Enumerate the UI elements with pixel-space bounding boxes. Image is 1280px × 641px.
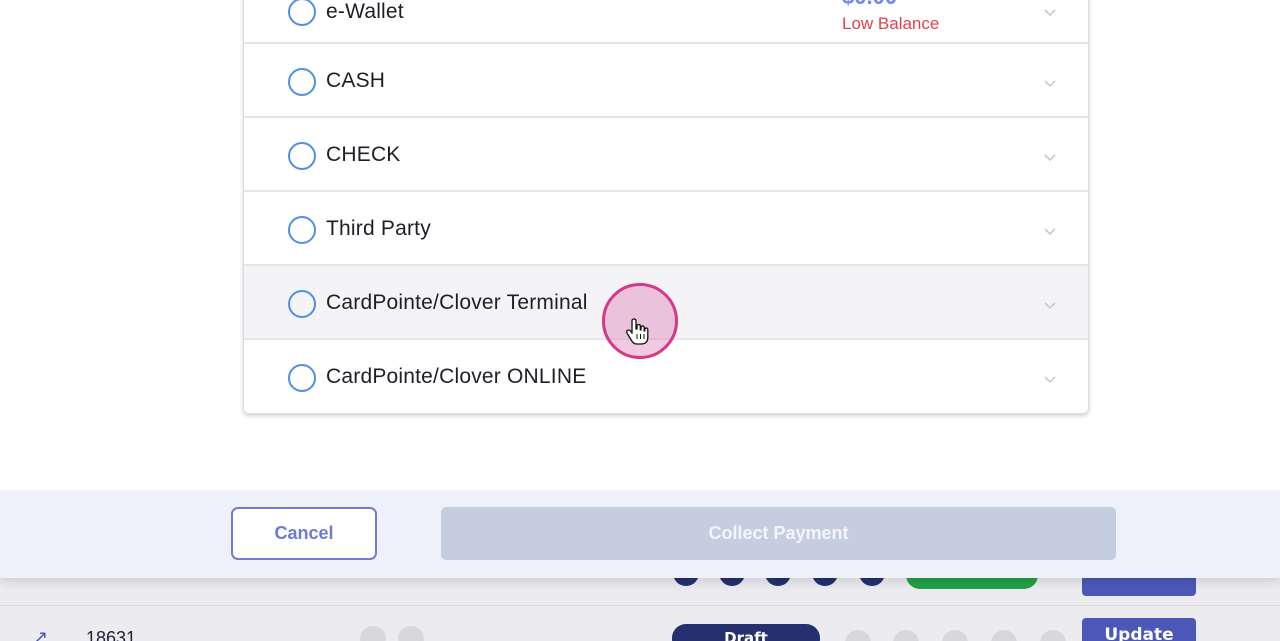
radio-empty-icon[interactable]	[288, 364, 316, 392]
background-update-button[interactable]: Update	[1082, 618, 1196, 641]
payment-method-label: CardPointe/Clover Terminal	[326, 291, 588, 314]
radio-empty-icon[interactable]	[288, 142, 316, 170]
payment-method-check[interactable]: CHECK	[244, 118, 1088, 192]
hand-pointer-icon	[624, 318, 650, 346]
radio-empty-icon[interactable]	[288, 68, 316, 96]
chevron-down-icon[interactable]	[1044, 373, 1056, 385]
payment-method-label: Third Party	[326, 217, 431, 240]
payment-method-cardpointe-online[interactable]: CardPointe/Clover ONLINE	[244, 340, 1088, 413]
background-row-id: 18631	[86, 628, 137, 641]
wallet-balance-amount: $0.00	[842, 0, 897, 10]
payment-method-label: e-Wallet	[326, 0, 404, 23]
low-balance-warning: Low Balance	[842, 14, 940, 33]
payment-method-label: CASH	[326, 69, 386, 92]
background-status-badge: Draft	[672, 624, 820, 641]
chevron-down-icon[interactable]	[1044, 299, 1056, 311]
radio-empty-icon[interactable]	[288, 216, 316, 244]
chevron-down-icon[interactable]	[1044, 77, 1056, 89]
chevron-down-icon[interactable]	[1044, 225, 1056, 237]
collect-payment-button[interactable]: Collect Payment	[441, 507, 1116, 560]
payment-method-ewallet[interactable]: e-Wallet $0.00 Low Balance	[244, 0, 1088, 44]
chevron-down-icon[interactable]	[1044, 151, 1056, 163]
chevron-down-icon[interactable]	[1044, 6, 1056, 18]
external-link-icon[interactable]: ↗	[33, 627, 48, 641]
radio-empty-icon[interactable]	[288, 290, 316, 318]
payment-method-third-party[interactable]: Third Party	[244, 192, 1088, 266]
payment-method-label: CHECK	[326, 143, 401, 166]
payment-method-cash[interactable]: CASH	[244, 44, 1088, 118]
radio-empty-icon[interactable]	[288, 0, 316, 26]
modal-footer: Cancel Collect Payment	[0, 490, 1280, 578]
payment-method-label: CardPointe/Clover ONLINE	[326, 365, 587, 388]
payment-methods-list: e-Wallet $0.00 Low Balance CASH CHECK Th…	[243, 0, 1089, 414]
cancel-button[interactable]: Cancel	[231, 507, 377, 560]
